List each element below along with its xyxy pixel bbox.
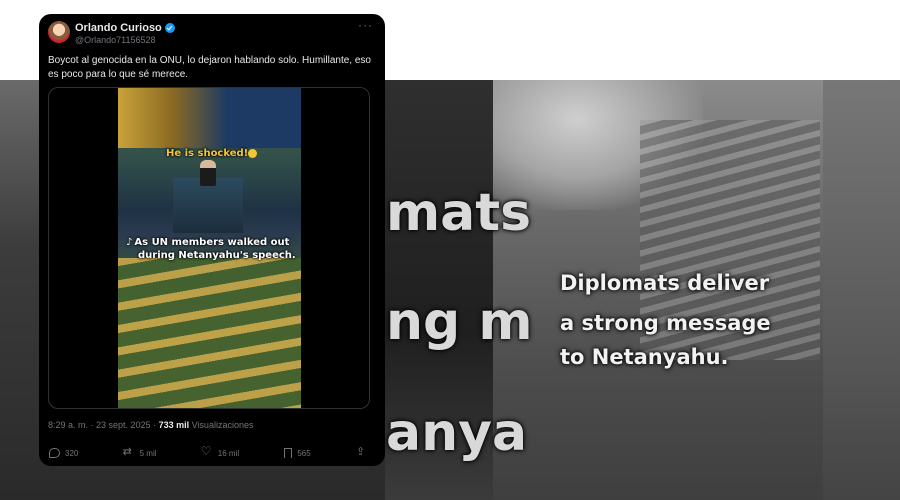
action-bar: 320 5 mil 16 mil 565 — [49, 444, 367, 458]
bookmark-button[interactable]: 565 — [284, 448, 311, 458]
timestamp[interactable]: 8:29 a. m. · 23 sept. 2025 · — [48, 420, 159, 430]
background-big-text-2: ng m — [386, 292, 533, 352]
background-big-text-3: anya — [386, 403, 528, 463]
tweet-card[interactable]: Orlando Curioso @Orlando71156528 ··· Boy… — [39, 14, 385, 466]
tweet-text: Boycot al genocida en la ONU, lo dejaron… — [48, 55, 371, 80]
podium — [173, 178, 243, 233]
video-overlay-caption-line-1: As UN members walked out — [134, 237, 290, 248]
author-row: Orlando Curioso — [75, 22, 175, 34]
shocked-emoji-icon — [248, 148, 258, 158]
assembly-backdrop — [118, 88, 301, 148]
speaker — [200, 160, 216, 186]
delegate-desks — [118, 258, 301, 408]
reply-button[interactable]: 320 — [49, 448, 78, 458]
video-frame[interactable]: He is shocked! ♪ As UN members walked out… — [118, 88, 301, 408]
retweet-icon — [123, 445, 135, 458]
more-icon[interactable]: ··· — [358, 18, 373, 32]
bookmark-icon — [284, 448, 293, 458]
like-button[interactable]: 16 mil — [201, 444, 240, 458]
handle[interactable]: @Orlando71156528 — [75, 35, 156, 45]
display-name[interactable]: Orlando Curioso — [75, 22, 162, 34]
retweet-button[interactable]: 5 mil — [123, 445, 157, 458]
video-overlay-shocked-text: He is shocked! — [166, 148, 249, 159]
retweet-count: 5 mil — [139, 448, 157, 458]
like-count: 16 mil — [217, 448, 240, 458]
tiktok-icon: ♪ — [126, 237, 133, 248]
reply-icon — [49, 448, 60, 458]
background-frame-far-right — [823, 80, 900, 500]
background-caption-line-1: Diplomats deliver — [560, 271, 770, 295]
like-icon — [201, 444, 213, 458]
share-icon — [356, 445, 367, 458]
background-caption-line-2: a strong message — [560, 311, 771, 335]
share-button[interactable] — [356, 445, 367, 458]
tweet-meta: 8:29 a. m. · 23 sept. 2025 · 733 mil Vis… — [48, 420, 253, 430]
views-count[interactable]: 733 mil — [159, 420, 190, 430]
video-overlay-caption: ♪ As UN members walked out during Netanya… — [126, 236, 296, 262]
avatar[interactable] — [48, 21, 70, 43]
reply-count: 320 — [65, 448, 79, 458]
background-caption-line-3: to Netanyahu. — [560, 345, 729, 369]
video-overlay-caption-line-2: during Netanyahu's speech. — [138, 250, 296, 261]
verified-icon — [164, 23, 175, 33]
views-label: Visualizaciones — [189, 420, 254, 430]
video-overlay-shocked: He is shocked! — [166, 147, 258, 160]
background-big-text-1: mats — [386, 183, 532, 243]
video-player[interactable]: He is shocked! ♪ As UN members walked out… — [48, 87, 370, 409]
bookmark-count: 565 — [297, 448, 311, 458]
